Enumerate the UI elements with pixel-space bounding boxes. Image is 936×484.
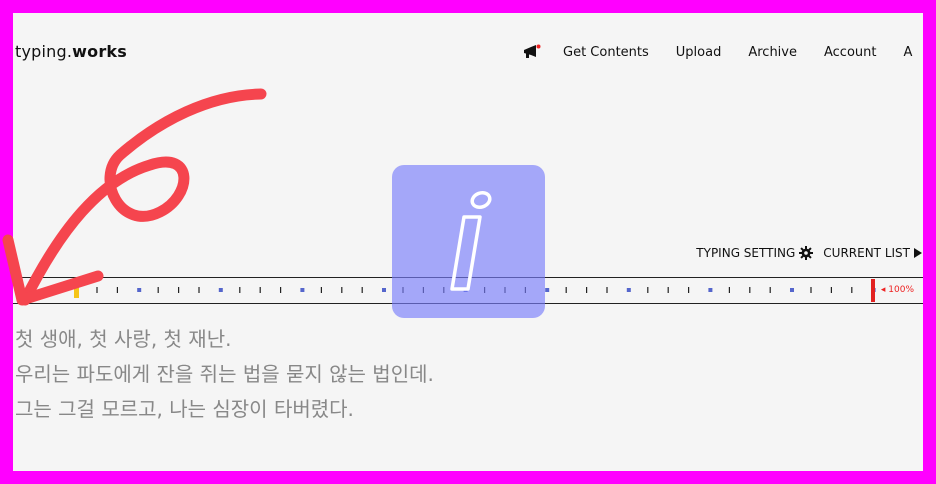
ruler-tick [300,288,305,292]
current-list-button[interactable]: CURRENT LIST [823,246,923,260]
progress-end-marker [871,279,875,302]
ruler-tick [116,287,118,293]
ruler-tick [708,288,713,292]
ruler-tick [586,287,588,293]
cursor-marker [74,284,79,298]
nav-get-contents[interactable]: Get Contents [563,45,649,60]
ruler-tick [96,287,98,293]
nav-archive[interactable]: Archive [748,45,797,60]
megaphone-icon[interactable] [523,44,541,60]
gear-icon [799,246,814,260]
ruler-tick [647,287,649,293]
ruler-tick [830,287,832,293]
ruler-tick [749,287,751,293]
ruler-tick [218,288,223,292]
ruler-tick [667,287,669,293]
ruler-tick [198,287,200,293]
ruler-tick [626,288,631,292]
nav-account[interactable]: Account [824,45,877,60]
settings-row: TYPING SETTING CURRENT LIST [696,246,923,260]
ruler-tick [851,287,853,293]
current-list-label: CURRENT LIST [823,246,910,260]
ruler-tick [361,287,363,293]
ruler-tick [810,287,812,293]
ruler-tick [728,287,730,293]
brand-suffix: works [72,42,127,61]
text-line-2: 우리는 파도에게 잔을 쥐는 법을 묻지 않는 법인데. [15,362,434,386]
app-frame: typing.works Get Contents Upload Archive… [13,13,923,471]
ruler-tick [606,287,608,293]
ruler-tick [178,287,180,293]
ruler-tick [259,287,261,293]
ruler-tick [280,287,282,293]
ruler-tick [157,287,159,293]
typing-text[interactable]: 첫 생애, 첫 사랑, 첫 재난. 우리는 파도에게 잔을 쥐는 법을 묻지 않… [15,322,434,427]
typing-setting-button[interactable]: TYPING SETTING [696,246,814,260]
ruler-tick [545,288,550,292]
ruler-tick [239,287,241,293]
ruler-tick [688,287,690,293]
play-triangle-icon [914,248,922,258]
ruler-tick [769,287,771,293]
text-line-3: 그는 그걸 모르고, 나는 심장이 타버렸다. [15,397,354,421]
info-icon [392,165,545,318]
ruler-tick [382,288,386,292]
nav-language[interactable]: A [904,45,913,60]
ruler-tick [320,287,322,293]
ruler-tick [341,287,343,293]
ruler-tick [565,287,567,293]
ruler-tick [790,288,794,292]
brand-logo[interactable]: typing.works [15,42,127,61]
progress-percent: ◂ 100% [881,285,914,295]
brand-prefix: typing. [15,42,73,61]
nav-upload[interactable]: Upload [676,45,722,60]
progress-percent-label: 100% [888,285,914,295]
typing-setting-label: TYPING SETTING [696,246,796,260]
text-line-1: 첫 생애, 첫 사랑, 첫 재난. [15,327,232,351]
top-nav: Get Contents Upload Archive Account A [523,44,912,60]
ruler-tick [137,288,142,292]
